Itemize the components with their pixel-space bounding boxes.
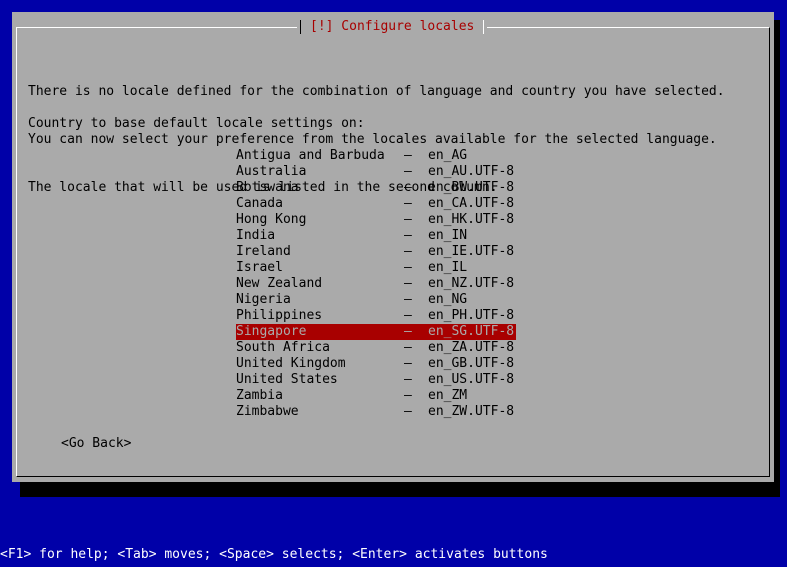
option-separator: – <box>404 180 412 195</box>
option-locale: en_IL <box>428 260 468 275</box>
option-separator: – <box>404 148 412 163</box>
message-line: You can now select your preference from … <box>28 132 717 147</box>
option-locale: en_PH.UTF-8 <box>428 308 515 323</box>
option-separator: – <box>404 228 412 243</box>
option-locale: en_SG.UTF-8 <box>428 324 515 339</box>
option-separator: – <box>404 212 412 227</box>
option-locale: en_NG <box>428 292 468 307</box>
locale-option-united-kingdom[interactable]: United Kingdom – en_GB.UTF-8 <box>236 356 516 372</box>
option-separator: – <box>404 388 412 403</box>
option-country: Nigeria <box>236 292 291 307</box>
locale-option-united-states[interactable]: United States – en_US.UTF-8 <box>236 372 516 388</box>
locale-option-nigeria[interactable]: Nigeria – en_NG <box>236 292 516 308</box>
locale-option-israel[interactable]: Israel – en_IL <box>236 260 516 276</box>
option-country: South Africa <box>236 340 330 355</box>
option-country: Botswana <box>236 180 299 195</box>
option-locale: en_ZA.UTF-8 <box>428 340 515 355</box>
option-separator: – <box>404 324 412 339</box>
locale-option-ireland[interactable]: Ireland – en_IE.UTF-8 <box>236 244 516 260</box>
option-country: Zimbabwe <box>236 404 299 419</box>
dialog-title: [!] Configure locales <box>310 19 475 34</box>
option-country: Israel <box>236 260 283 275</box>
status-bar-help-text: <F1> for help; <Tab> moves; <Space> sele… <box>0 547 548 562</box>
locale-option-antigua-and-barbuda[interactable]: Antigua and Barbuda – en_AG <box>236 148 516 164</box>
dialog-title-bar: [!] Configure locales <box>297 19 488 35</box>
option-locale: en_HK.UTF-8 <box>428 212 515 227</box>
option-country: United Kingdom <box>236 356 346 371</box>
option-locale: en_AG <box>428 148 468 163</box>
message-line: There is no locale defined for the combi… <box>28 84 725 99</box>
option-separator: – <box>404 164 412 179</box>
option-country: India <box>236 228 276 243</box>
option-separator: – <box>404 356 412 371</box>
configure-locales-dialog: [!] Configure locales There is no locale… <box>12 12 774 482</box>
title-right-edge <box>479 19 487 35</box>
option-country: Australia <box>236 164 307 179</box>
option-locale: en_CA.UTF-8 <box>428 196 515 211</box>
option-separator: – <box>404 372 412 387</box>
locale-option-hong-kong[interactable]: Hong Kong – en_HK.UTF-8 <box>236 212 516 228</box>
title-left-edge <box>297 19 305 35</box>
option-country: Philippines <box>236 308 323 323</box>
option-locale: en_IN <box>428 228 468 243</box>
option-country: Canada <box>236 196 283 211</box>
option-separator: – <box>404 260 412 275</box>
option-country: Singapore <box>236 324 307 339</box>
locale-option-zambia[interactable]: Zambia – en_ZM <box>236 388 516 404</box>
locale-option-canada[interactable]: Canada – en_CA.UTF-8 <box>236 196 516 212</box>
option-locale: en_AU.UTF-8 <box>428 164 515 179</box>
locale-option-botswana[interactable]: Botswana – en_BW.UTF-8 <box>236 180 516 196</box>
option-separator: – <box>404 308 412 323</box>
option-locale: en_ZM <box>428 388 468 403</box>
list-prompt: Country to base default locale settings … <box>28 116 365 131</box>
option-separator: – <box>404 292 412 307</box>
option-separator: – <box>404 196 412 211</box>
go-back-button[interactable]: <Go Back> <box>61 436 131 452</box>
option-country: Antigua and Barbuda <box>236 148 385 163</box>
option-locale: en_IE.UTF-8 <box>428 244 515 259</box>
option-locale: en_BW.UTF-8 <box>428 180 515 195</box>
locale-option-singapore[interactable]: Singapore – en_SG.UTF-8 <box>236 324 516 340</box>
option-country: New Zealand <box>236 276 323 291</box>
option-country: United States <box>236 372 338 387</box>
locale-option-australia[interactable]: Australia – en_AU.UTF-8 <box>236 164 516 180</box>
locale-option-philippines[interactable]: Philippines – en_PH.UTF-8 <box>236 308 516 324</box>
option-country: Hong Kong <box>236 212 307 227</box>
option-country: Ireland <box>236 244 291 259</box>
locale-option-india[interactable]: India – en_IN <box>236 228 516 244</box>
option-locale: en_ZW.UTF-8 <box>428 404 515 419</box>
option-separator: – <box>404 244 412 259</box>
option-country: Zambia <box>236 388 283 403</box>
option-locale: en_NZ.UTF-8 <box>428 276 515 291</box>
locale-option-south-africa[interactable]: South Africa – en_ZA.UTF-8 <box>236 340 516 356</box>
locale-option-zimbabwe[interactable]: Zimbabwe – en_ZW.UTF-8 <box>236 404 516 420</box>
option-separator: – <box>404 276 412 291</box>
option-locale: en_US.UTF-8 <box>428 372 515 387</box>
option-separator: – <box>404 404 412 419</box>
locale-option-new-zealand[interactable]: New Zealand – en_NZ.UTF-8 <box>236 276 516 292</box>
option-locale: en_GB.UTF-8 <box>428 356 515 371</box>
country-locale-list[interactable]: Antigua and Barbuda – en_AG Australia – en_AU… <box>236 148 516 420</box>
option-separator: – <box>404 340 412 355</box>
